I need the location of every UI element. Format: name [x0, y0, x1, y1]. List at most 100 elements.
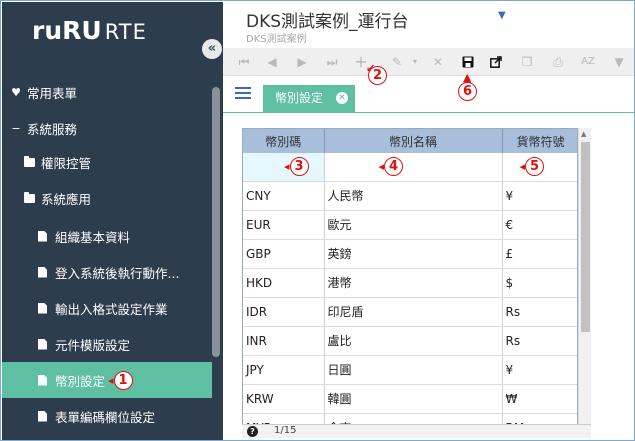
folder-icon	[24, 191, 35, 203]
app-window: ruRU RTE « ♥ 常用表單 − 系統服務 權限控管 系統應用 組織基本資…	[0, 0, 635, 441]
heart-icon: ♥	[11, 85, 21, 99]
cell-currency-name: 日圓	[324, 355, 503, 385]
annotation-marker-2: 2	[368, 66, 387, 85]
cell-currency-code: JPY	[243, 355, 325, 385]
cell-currency-symbol: ¥	[502, 181, 577, 211]
export-icon[interactable]	[487, 53, 505, 71]
sidebar-item-label: 幣別設定	[55, 373, 106, 389]
delete-icon[interactable]: ✕	[429, 53, 447, 71]
cell-currency-symbol: €	[502, 210, 577, 240]
sidebar-item-form-code-fields[interactable]: 表單編碼欄位設定	[2, 398, 212, 434]
table-row[interactable]: CNY 人民幣 ¥	[243, 181, 577, 211]
cell-currency-name: 港幣	[324, 268, 503, 298]
page-subtitle: DKS測試案例	[246, 34, 307, 45]
sidebar-item-component-templates[interactable]: 元件模版設定	[2, 326, 212, 362]
cell-currency-symbol: ₩	[502, 384, 577, 414]
sidebar-item-org-data[interactable]: 組織基本資料	[2, 218, 212, 254]
prev-page-icon[interactable]: ◀	[263, 53, 281, 71]
cell-currency-code: INR	[243, 326, 325, 356]
sort-icon[interactable]: AZ	[579, 53, 597, 71]
sidebar-item-label: 輸出入格式設定作業	[55, 301, 168, 317]
sidebar-item-access-control[interactable]: 權限控管	[2, 144, 212, 180]
cell-currency-symbol: Rs	[502, 326, 577, 356]
table-row[interactable]: HKD 港幣 $	[243, 268, 577, 298]
sidebar-scrollbar[interactable]	[212, 87, 220, 357]
help-icon[interactable]: ?	[247, 426, 258, 437]
cell-currency-name: 盧比	[324, 326, 503, 356]
chevron-down-icon[interactable]: ▼	[498, 10, 506, 21]
print-icon[interactable]: ⎙	[549, 53, 567, 71]
grid-scrollbar[interactable]: ▲	[578, 128, 591, 424]
cell-currency-code: HKD	[243, 268, 325, 298]
sidebar-item-login-actions[interactable]: 登入系統後執行動作...	[2, 254, 212, 290]
sidebar-item-currency-settings[interactable]: 幣別設定 ◂ 1	[2, 362, 212, 398]
annotation-marker-6: 6	[458, 82, 477, 101]
toolbar: ⏮ ◀ ▶ ⏭ + ↙ 2 ✎ ▾ ✕ ❐ ⎙ AZ ▼	[223, 48, 634, 85]
filter-input-currency-code[interactable]: ◂ 3	[243, 153, 325, 182]
cell-currency-code: KRW	[243, 384, 325, 414]
annotation-arrow: ◂	[108, 373, 114, 387]
filter-input-currency-symbol[interactable]: ◂ 5	[502, 153, 577, 182]
table-row[interactable]: GBP 英鎊 £	[243, 239, 577, 269]
page-indicator: 1/15	[274, 425, 297, 436]
table-header-row: 幣別碼 幣別名稱 貨幣符號	[243, 129, 577, 153]
tab-underline	[223, 112, 634, 113]
sidebar-item-label: 常用表單	[27, 85, 78, 101]
logo-suffix: RTE	[104, 20, 147, 44]
edit-icon[interactable]: ✎	[388, 53, 406, 71]
table-row[interactable]: INR 盧比 Rs	[243, 326, 577, 356]
hamburger-menu-icon[interactable]	[235, 87, 251, 101]
cell-currency-name: 印尼盾	[324, 297, 503, 327]
close-icon[interactable]: ✕	[336, 92, 348, 104]
chevron-down-icon[interactable]: ▾	[406, 53, 424, 71]
cell-currency-symbol: Rs	[502, 297, 577, 327]
column-header-currency-name[interactable]: 幣別名稱	[324, 129, 503, 153]
table-row[interactable]: EUR 歐元 €	[243, 210, 577, 240]
cell-currency-symbol: £	[502, 239, 577, 269]
sidebar-item-system-services[interactable]: − 系統服務	[2, 110, 212, 146]
sidebar-item-favorites[interactable]: ♥ 常用表單	[2, 74, 212, 110]
save-icon[interactable]	[459, 53, 477, 71]
sidebar-item-label: 權限控管	[41, 155, 92, 171]
annotation-marker-5: 5	[525, 157, 545, 177]
logo-main: ruRU	[32, 16, 102, 45]
sidebar-item-label: 登入系統後執行動作...	[55, 265, 180, 281]
cell-currency-name: 韓圓	[324, 384, 503, 414]
collapse-sidebar-button[interactable]: «	[202, 39, 222, 59]
copy-icon[interactable]: ❐	[518, 53, 536, 71]
cell-currency-code: IDR	[243, 297, 325, 327]
column-header-currency-code[interactable]: 幣別碼	[243, 129, 325, 153]
annotation-arrow: ◂	[284, 160, 290, 174]
cell-currency-code: GBP	[243, 239, 325, 269]
cell-currency-code: CNY	[243, 181, 325, 211]
column-header-currency-symbol[interactable]: 貨幣符號	[502, 129, 577, 153]
currency-grid: 幣別碼 幣別名稱 貨幣符號 ◂ 3 ◂ 4 ◂ 5 CNY 人民幣 ¥ EUR …	[242, 128, 578, 438]
scrollbar-thumb[interactable]	[581, 142, 590, 332]
next-page-icon[interactable]: ▶	[293, 53, 311, 71]
filter-row: ◂ 3 ◂ 4 ◂ 5	[243, 153, 577, 182]
last-page-icon[interactable]: ⏭	[323, 53, 341, 71]
app-logo: ruRU RTE	[32, 16, 147, 48]
sidebar: ruRU RTE « ♥ 常用表單 − 系統服務 權限控管 系統應用 組織基本資…	[2, 2, 223, 440]
filter-icon[interactable]: ▼	[610, 53, 628, 71]
annotation-marker-1: 1	[113, 370, 133, 390]
sidebar-item-io-format[interactable]: 輸出入格式設定作業	[2, 290, 212, 326]
minus-icon: −	[11, 121, 21, 135]
scroll-up-icon[interactable]: ▲	[581, 130, 586, 138]
filter-input-currency-name[interactable]: ◂ 4	[324, 153, 503, 182]
sidebar-item-label: 表單編碼欄位設定	[55, 409, 156, 425]
folder-icon	[24, 155, 35, 167]
table-row[interactable]: JPY 日圓 ¥	[243, 355, 577, 385]
first-page-icon[interactable]: ⏮	[235, 53, 253, 71]
table-row[interactable]: IDR 印尼盾 Rs	[243, 297, 577, 327]
sidebar-item-label: 系統應用	[41, 191, 92, 207]
tab-currency-settings[interactable]: 幣別設定 ✕	[263, 85, 355, 112]
annotation-marker-3: 3	[289, 157, 309, 177]
file-icon	[38, 374, 47, 386]
sidebar-item-label: 組織基本資料	[55, 229, 131, 245]
sidebar-item-system-apps[interactable]: 系統應用	[2, 180, 212, 216]
table-row[interactable]: KRW 韓圓 ₩	[243, 384, 577, 414]
sidebar-item-label: 元件模版設定	[55, 337, 131, 353]
grid-pager: ? 1/15	[242, 424, 591, 438]
annotation-marker-4: 4	[384, 157, 404, 177]
